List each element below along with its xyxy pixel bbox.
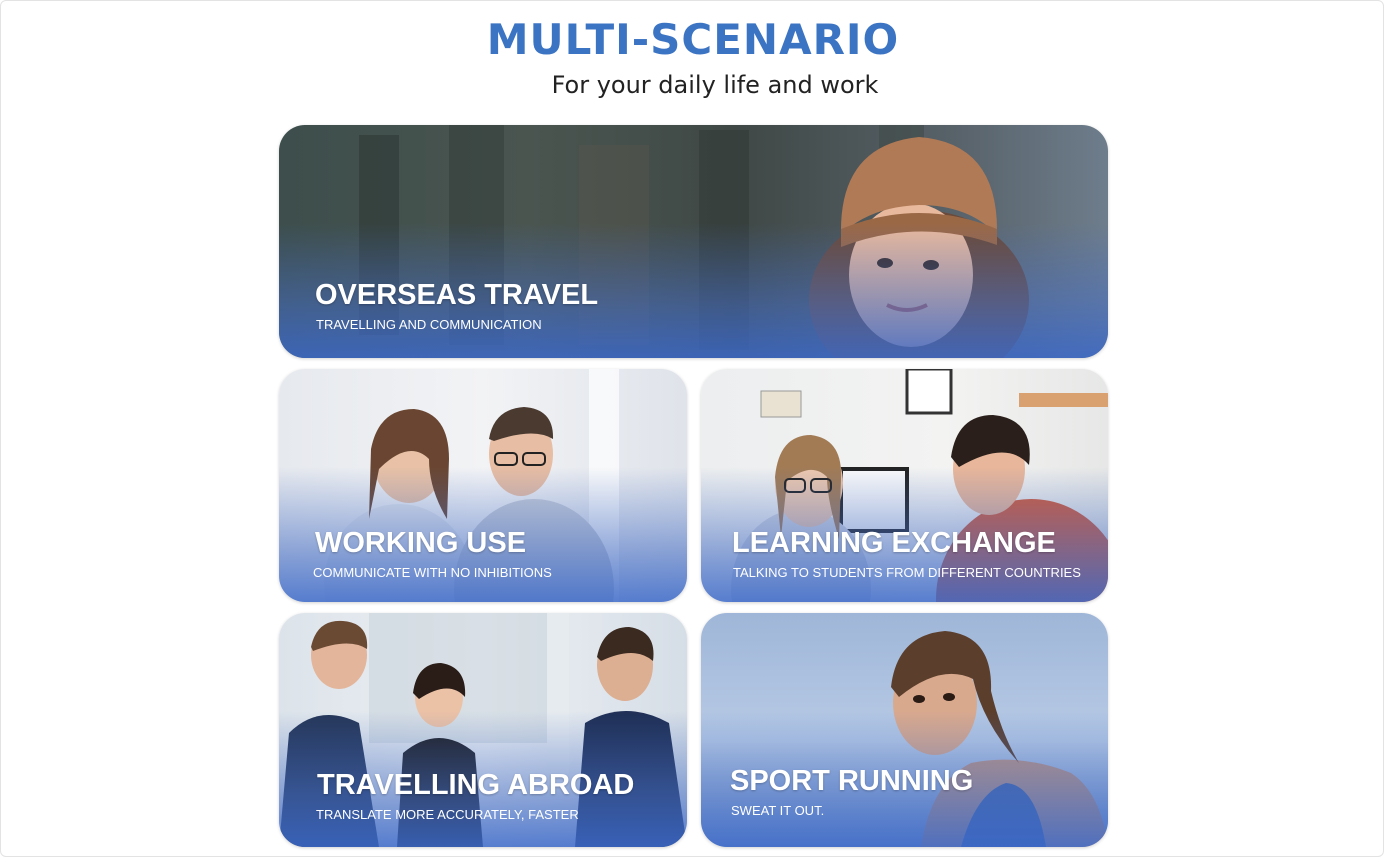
scenario-card-working-use: WORKING USE COMMUNICATE WITH NO INHIBITI… xyxy=(279,369,687,602)
scenario-title: WORKING USE xyxy=(315,527,527,559)
scenario-title: SPORT RUNNING xyxy=(730,765,974,797)
scenario-subtitle: TRAVELLING AND COMMUNICATION xyxy=(316,317,542,332)
page-subtitle: For your daily life and work xyxy=(551,71,879,99)
scenario-subtitle: TRANSLATE MORE ACCURATELY, FASTER xyxy=(316,807,579,822)
scenario-card-travelling-abroad: TRAVELLING ABROAD TRANSLATE MORE ACCURAT… xyxy=(279,613,687,847)
scenario-title: TRAVELLING ABROAD xyxy=(317,769,635,801)
scenario-subtitle: SWEAT IT OUT. xyxy=(731,803,825,818)
scenario-card-learning-exchange: LEARNING EXCHANGE TALKING TO STUDENTS FR… xyxy=(701,369,1108,602)
page-title: MULTI-SCENARIO xyxy=(486,15,900,64)
scenario-card-sport-running: SPORT RUNNING SWEAT IT OUT. xyxy=(701,613,1108,847)
scenario-subtitle: COMMUNICATE WITH NO INHIBITIONS xyxy=(313,565,552,580)
scenario-title: LEARNING EXCHANGE xyxy=(732,527,1056,559)
scenario-title: OVERSEAS TRAVEL xyxy=(315,279,599,311)
scenario-subtitle: TALKING TO STUDENTS FROM DIFFERENT COUNT… xyxy=(733,565,1081,580)
scenario-card-overseas-travel: OVERSEAS TRAVEL TRAVELLING AND COMMUNICA… xyxy=(279,125,1108,358)
page: MULTI-SCENARIO For your daily life and w… xyxy=(0,0,1384,857)
